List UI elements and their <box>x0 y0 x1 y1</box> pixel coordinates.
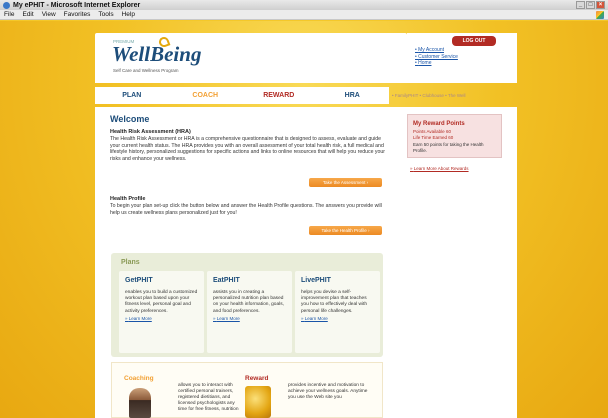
window-titlebar: My ePHIT - Microsoft Internet Explorer _… <box>0 0 608 10</box>
menu-view[interactable]: View <box>42 11 56 18</box>
window-title: My ePHIT - Microsoft Internet Explorer <box>13 1 141 9</box>
menu-edit[interactable]: Edit <box>22 11 33 18</box>
secondary-nav-links[interactable]: • FamilyPHIT • Clubhouse • The Well <box>392 93 466 98</box>
maximize-button[interactable]: □ <box>586 1 595 9</box>
windows-flag-icon <box>596 11 604 19</box>
menu-tools[interactable]: Tools <box>98 11 113 18</box>
profile-text: To begin your plan set-up click the butt… <box>110 203 382 216</box>
menu-favorites[interactable]: Favorites <box>64 11 91 18</box>
eatphit-link[interactable]: EatPHIT <box>213 277 286 284</box>
wellbeing-logo[interactable]: WellBeing <box>112 42 201 67</box>
minimize-button[interactable]: _ <box>576 1 585 9</box>
main-nav: PLAN COACH REWARD HRA <box>95 87 389 104</box>
take-assessment-button[interactable]: Take the Assessment › <box>309 178 382 187</box>
hra-text: The Health Risk Assessment or HRA is a c… <box>110 136 385 162</box>
points-earned: Life Time Earned 60 <box>413 135 454 140</box>
menu-file[interactable]: File <box>4 11 14 18</box>
reward-points-box: My Reward Points Points Available 60 Lif… <box>407 114 502 158</box>
plan-livephit: LivePHIT helps you devise a self-improve… <box>295 271 380 353</box>
coaching-reward-section: Coaching allows you to interact with cer… <box>111 362 383 418</box>
reward-text: provides incentive and motivation to ach… <box>288 383 368 400</box>
hra-heading: Health Risk Assessment (HRA) <box>110 129 191 135</box>
plan-eatphit: EatPHIT assists you in creating a person… <box>207 271 292 353</box>
home-link[interactable]: • Home <box>415 60 517 67</box>
getphit-learn-more[interactable]: » Learn More <box>125 316 198 321</box>
reward-title[interactable]: Reward <box>245 375 268 382</box>
plans-title: Plans <box>121 259 140 266</box>
tab-hra[interactable]: HRA <box>316 92 390 99</box>
getphit-description: enables you to build a customized workou… <box>125 290 198 314</box>
take-health-profile-button[interactable]: Take the Health Profile › <box>309 226 382 235</box>
plan-getphit: GetPHIT enables you to build a customize… <box>119 271 204 353</box>
livephit-link[interactable]: LivePHIT <box>301 277 374 284</box>
tab-coach[interactable]: COACH <box>169 92 243 99</box>
window-controls: _ □ × <box>576 1 605 9</box>
tab-reward[interactable]: REWARD <box>242 92 316 99</box>
coach-avatar <box>129 388 151 418</box>
ie-icon <box>3 1 10 9</box>
livephit-description: helps you devise a self-improvement plan… <box>301 290 368 314</box>
livephit-learn-more[interactable]: » Learn More <box>301 316 374 321</box>
close-button[interactable]: × <box>596 1 605 9</box>
learn-more-rewards-link[interactable]: » Learn More About Rewards <box>410 166 469 171</box>
reward-points-title: My Reward Points <box>413 121 465 127</box>
eatphit-description: assists you in creating a personalized n… <box>213 290 284 314</box>
earn-points-text: Earn 50 points for taking the Health Pro… <box>413 142 484 153</box>
profile-heading: Health Profile <box>110 196 146 202</box>
coaching-title[interactable]: Coaching <box>124 375 154 382</box>
menubar: File Edit View Favorites Tools Help <box>0 10 608 20</box>
tab-plan[interactable]: PLAN <box>95 92 169 99</box>
page-title: Welcome <box>110 114 150 124</box>
header: PREMIUM WellBeing Self Care and Wellness… <box>95 33 407 83</box>
plans-section: Plans GetPHIT enables you to build a cus… <box>111 253 383 357</box>
coaching-text: allows you to interact with certified pe… <box>178 383 239 412</box>
page-background: PREMIUM WellBeing Self Care and Wellness… <box>0 21 608 418</box>
logout-button[interactable]: LOG OUT <box>452 36 496 46</box>
menu-help[interactable]: Help <box>122 11 135 18</box>
eatphit-learn-more[interactable]: » Learn More <box>213 316 286 321</box>
reward-image <box>245 386 271 418</box>
points-available: Points Available 60 <box>413 129 451 134</box>
getphit-link[interactable]: GetPHIT <box>125 277 198 284</box>
logo-subtitle: Self Care and Wellness Program <box>113 68 179 73</box>
